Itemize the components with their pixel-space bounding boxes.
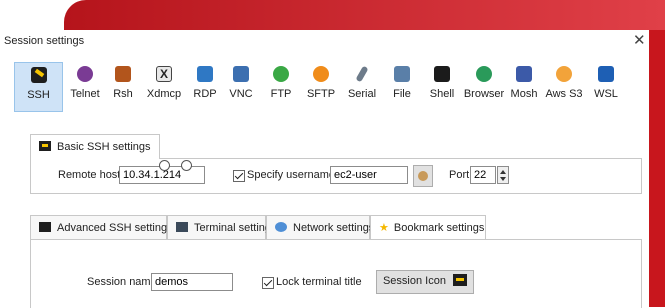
wsl-icon [598, 66, 614, 82]
tab-bookmark-settings[interactable]: ★ Bookmark settings [370, 215, 486, 239]
serial-icon [355, 65, 369, 83]
session-type-sftp[interactable]: SFTP [306, 62, 336, 110]
browser-icon [476, 66, 492, 82]
port-input[interactable] [470, 166, 496, 184]
tab-label: Advanced SSH settings [57, 222, 173, 234]
session-type-mosh[interactable]: Mosh [507, 62, 541, 110]
session-type-label: Shell [429, 88, 455, 100]
session-type-shell[interactable]: Shell [428, 62, 456, 110]
ftp-icon [273, 66, 289, 82]
session-type-label: Serial [347, 88, 377, 100]
session-type-ssh[interactable]: SSH [14, 62, 63, 112]
lock-terminal-title-label: Lock terminal title [276, 276, 362, 288]
network-icon [275, 222, 287, 232]
ssh-icon [39, 141, 51, 151]
mosh-icon [516, 66, 532, 82]
rdp-icon [197, 66, 213, 82]
session-icon-button[interactable]: Session Icon [376, 270, 474, 294]
session-name-input[interactable] [151, 273, 233, 291]
session-type-label: Aws S3 [545, 88, 583, 100]
rsh-icon [115, 66, 131, 82]
session-type-label: Xdmcp [146, 88, 182, 100]
session-type-label: Telnet [70, 88, 100, 100]
session-type-vnc[interactable]: VNC [228, 62, 254, 110]
window-title: Session settings [4, 35, 85, 47]
session-type-aws-s3[interactable]: Aws S3 [544, 62, 584, 110]
specify-username-checkbox[interactable] [233, 170, 245, 182]
specify-username-label: Specify username [247, 169, 336, 181]
vnc-icon [233, 66, 249, 82]
session-type-serial[interactable]: Serial [345, 62, 379, 110]
session-type-ftp[interactable]: FTP [269, 62, 293, 110]
monitor-icon [176, 222, 188, 232]
session-type-label: FTP [270, 88, 292, 100]
session-type-wsl[interactable]: WSL [591, 62, 621, 110]
session-type-xdmcp[interactable]: X Xdmcp [144, 62, 184, 110]
drag-handle[interactable] [181, 160, 192, 171]
ssh-icon [453, 274, 468, 286]
session-type-label: VNC [229, 88, 253, 100]
session-type-browser[interactable]: Browser [463, 62, 505, 110]
port-label: Port [449, 169, 470, 181]
remote-host-label: Remote host * [58, 169, 128, 181]
session-type-label: File [393, 88, 411, 100]
tab-terminal-settings[interactable]: Terminal settings [167, 215, 277, 239]
aws-s3-icon [556, 66, 572, 82]
ssh-icon [30, 67, 47, 83]
session-type-label: SFTP [306, 88, 336, 100]
session-type-rdp[interactable]: RDP [192, 62, 218, 110]
user-icon [418, 171, 428, 182]
sftp-icon [313, 66, 329, 82]
tab-advanced-ssh-settings[interactable]: Advanced SSH settings [30, 215, 173, 239]
session-type-rsh[interactable]: Rsh [110, 62, 136, 110]
session-type-label: Browser [463, 88, 505, 100]
username-input[interactable] [330, 166, 408, 184]
shell-icon [434, 66, 450, 82]
port-stepper[interactable] [497, 166, 509, 184]
xdmcp-icon: X [156, 66, 172, 82]
session-type-label: Rsh [113, 88, 133, 100]
tab-basic-ssh-settings[interactable]: Basic SSH settings [30, 134, 160, 159]
session-type-file[interactable]: File [390, 62, 414, 110]
tab-label: Basic SSH settings [57, 141, 151, 153]
file-icon [394, 66, 410, 82]
close-icon[interactable]: ✕ [633, 31, 646, 49]
tab-label: Terminal settings [194, 222, 277, 234]
session-name-label: Session name: [87, 276, 160, 288]
session-type-label: WSL [594, 88, 618, 100]
red-banner [64, 0, 665, 30]
terminal-icon [39, 222, 51, 232]
user-manager-button[interactable] [413, 165, 433, 187]
session-type-label: Mosh [510, 88, 538, 100]
tab-label: Bookmark settings [393, 222, 485, 234]
star-icon: ★ [379, 222, 389, 234]
tab-label: Network settings [293, 222, 375, 234]
lock-terminal-title-checkbox[interactable] [262, 277, 274, 289]
session-type-telnet[interactable]: Telnet [66, 62, 104, 110]
tab-network-settings[interactable]: Network settings [266, 215, 374, 239]
session-type-label: RDP [193, 88, 217, 100]
drag-handle[interactable] [159, 160, 170, 171]
session-type-label: SSH [27, 89, 50, 101]
bookmark-settings-panel [30, 239, 642, 308]
button-label: Session Icon [382, 275, 446, 287]
telnet-icon [77, 66, 93, 82]
